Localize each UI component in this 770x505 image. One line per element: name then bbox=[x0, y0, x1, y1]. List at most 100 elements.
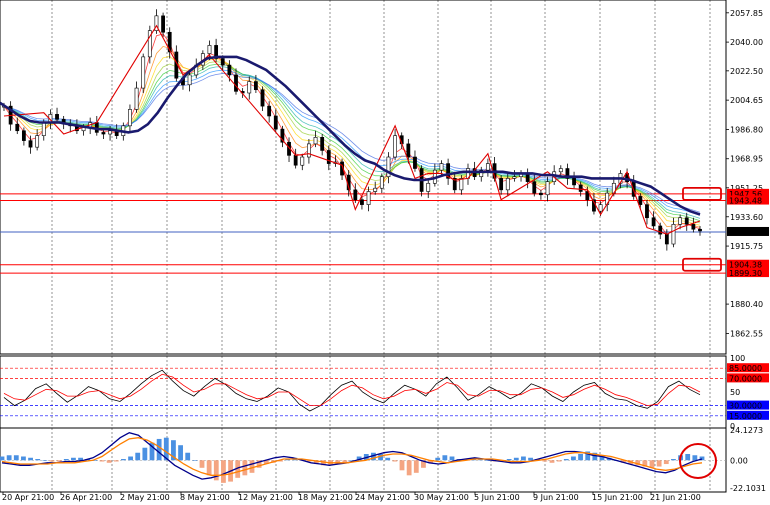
candle-body bbox=[326, 150, 331, 164]
time-axis-label: 5 Jun 21:00 bbox=[474, 493, 520, 502]
candle-body bbox=[227, 64, 232, 76]
candle-body bbox=[55, 114, 59, 120]
oscillator-axis-label: 15.0000 bbox=[729, 412, 762, 421]
macd-histogram-bar bbox=[71, 457, 76, 461]
macd-histogram-bar bbox=[99, 460, 105, 462]
macd-histogram-bar bbox=[442, 455, 448, 461]
macd-histogram-bar bbox=[571, 456, 576, 461]
candle-body bbox=[485, 163, 490, 171]
time-axis: 20 Apr 21:00 26 Apr 21:00 2 May 21:00 8 May… bbox=[2, 492, 701, 502]
macd-axis-label: -22.1031 bbox=[730, 484, 766, 493]
candle-body bbox=[651, 217, 656, 227]
macd-line-macd bbox=[1, 432, 703, 480]
macd-histogram-bar bbox=[221, 460, 226, 483]
macd-histogram-bar bbox=[206, 460, 212, 476]
oscillator-axis-label: 30.0000 bbox=[729, 402, 762, 411]
oscillator-panel: 10085.000070.00005030.000015.00000 bbox=[0, 354, 769, 431]
candle-body bbox=[698, 228, 702, 232]
time-axis-label: 21 Jun 21:00 bbox=[650, 493, 701, 502]
macd-histogram-bar bbox=[42, 460, 48, 461]
candle-body bbox=[664, 233, 669, 245]
candle-body bbox=[128, 109, 132, 127]
candle-body bbox=[598, 204, 603, 212]
price-axis-label: 1968.95 bbox=[730, 155, 763, 164]
candle-body bbox=[41, 122, 46, 136]
price-axis-label: 1986.80 bbox=[730, 125, 763, 134]
candle-body bbox=[678, 217, 683, 225]
candle-body bbox=[499, 178, 504, 191]
macd-histogram-bar bbox=[56, 460, 62, 462]
price-axis-label: 2040.00 bbox=[730, 38, 763, 47]
candle-body bbox=[15, 123, 20, 132]
candle-body bbox=[313, 137, 318, 145]
macd-histogram-bar bbox=[128, 456, 133, 461]
macd-histogram-bar bbox=[685, 453, 691, 461]
time-axis-label: 15 Jun 21:00 bbox=[592, 493, 643, 502]
oscillator-axis-label: 70.0000 bbox=[729, 374, 762, 383]
time-axis-label: 8 May 21:00 bbox=[180, 493, 230, 502]
oscillator-axis-label: 85.0000 bbox=[729, 364, 762, 373]
macd-histogram-bar bbox=[142, 447, 148, 461]
candle-body bbox=[108, 130, 112, 135]
level-label-text: 1943.48 bbox=[729, 197, 762, 206]
macd-histogram-bar bbox=[521, 456, 526, 461]
oscillator-line-fast bbox=[3, 369, 701, 412]
candle-body bbox=[353, 189, 358, 200]
candle-body bbox=[21, 130, 26, 141]
macd-histogram-bar bbox=[413, 460, 419, 473]
macd-histogram-bar bbox=[113, 460, 119, 462]
time-axis-label: 24 May 21:00 bbox=[355, 493, 410, 502]
macd-histogram-bar bbox=[185, 452, 191, 461]
oscillator-line-slow bbox=[3, 373, 701, 407]
macd-histogram-bar bbox=[63, 459, 69, 461]
macd-histogram-bar bbox=[28, 457, 33, 461]
price-axis-label: 1933.60 bbox=[730, 213, 763, 222]
macd-histogram-bar bbox=[106, 460, 112, 463]
time-axis-label: 20 Apr 21:00 bbox=[2, 493, 54, 502]
macd-panel: 24.1273 0.00 -22.1031 bbox=[0, 426, 766, 493]
candle-body bbox=[426, 182, 431, 192]
candle-body bbox=[532, 181, 537, 194]
candle-body bbox=[141, 56, 146, 89]
candle-body bbox=[35, 135, 40, 148]
price-axis-label: 2022.50 bbox=[730, 67, 763, 76]
candle-body bbox=[300, 156, 305, 166]
candle-body bbox=[273, 115, 278, 130]
macd-histogram-bar bbox=[506, 459, 512, 461]
macd-axis-label: 24.1273 bbox=[730, 426, 763, 435]
oscillator-axis-label: 100 bbox=[730, 354, 745, 363]
price-axis-label: 1915.75 bbox=[730, 242, 763, 251]
price-axis-label: 2057.85 bbox=[730, 9, 763, 18]
price-axis-label: 2004.65 bbox=[730, 96, 763, 105]
candle-body bbox=[307, 143, 311, 158]
candle-body bbox=[638, 196, 643, 205]
price-axis-label: 1880.40 bbox=[730, 300, 763, 309]
annotations bbox=[679, 186, 722, 479]
candle-body bbox=[28, 140, 33, 148]
candle-body bbox=[134, 87, 139, 110]
candle-body bbox=[572, 178, 576, 186]
oscillator-axis-label: 50 bbox=[730, 388, 740, 397]
macd-histogram-bar bbox=[663, 460, 669, 465]
candle-body bbox=[558, 168, 563, 173]
macd-axis-label: 0.00 bbox=[730, 456, 748, 465]
macd-histogram-bar bbox=[656, 460, 662, 467]
candle-body bbox=[393, 135, 397, 158]
candle-body bbox=[671, 224, 676, 245]
macd-histogram-bar bbox=[392, 460, 398, 462]
macd-histogram-bar bbox=[528, 457, 533, 461]
macd-histogram-bar bbox=[513, 457, 519, 461]
time-axis-label: 9 Jun 21:00 bbox=[533, 493, 579, 502]
macd-histogram-bar bbox=[692, 455, 698, 461]
candle-body bbox=[439, 163, 444, 171]
candle-body bbox=[293, 155, 298, 166]
macd-histogram-bar bbox=[242, 460, 248, 476]
candle-body bbox=[320, 137, 325, 151]
candle-body bbox=[267, 105, 272, 117]
level-label-text: 1899.30 bbox=[729, 269, 762, 278]
macd-histogram-bar bbox=[199, 460, 205, 468]
candle-body bbox=[578, 184, 583, 192]
macd-histogram-bar bbox=[135, 452, 141, 461]
time-axis-label: 2 May 21:00 bbox=[120, 493, 170, 502]
candle-body bbox=[260, 89, 265, 107]
